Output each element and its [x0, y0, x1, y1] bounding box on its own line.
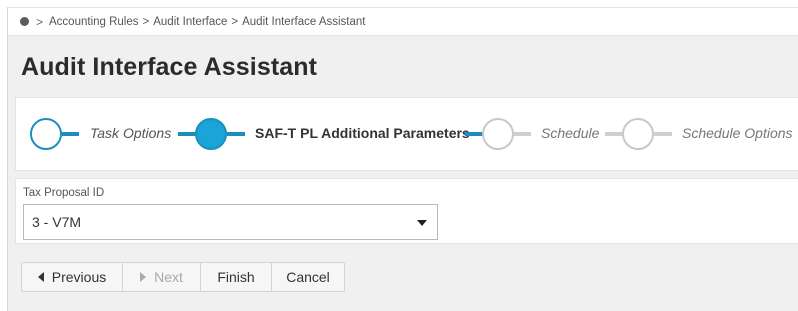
wizard-buttons: Previous Next Finish Cancel — [21, 262, 345, 292]
step-connector — [654, 132, 672, 136]
step-3-circle[interactable] — [482, 118, 514, 150]
tax-proposal-label: Tax Proposal ID — [23, 187, 105, 199]
breadcrumb-current: Audit Interface Assistant — [242, 15, 366, 28]
cancel-label: Cancel — [286, 269, 330, 285]
finish-label: Finish — [217, 269, 255, 285]
step-4-circle[interactable] — [622, 118, 654, 150]
next-button[interactable]: Next — [122, 262, 201, 292]
caret-right-icon — [140, 272, 147, 282]
breadcrumb: > Accounting Rules > Audit Interface > A… — [8, 8, 798, 36]
breadcrumb-item-accounting-rules[interactable]: Accounting Rules — [49, 16, 139, 28]
parameters-form: Tax Proposal ID 3 - V7M — [15, 178, 798, 244]
breadcrumb-separator: > — [142, 15, 150, 28]
breadcrumb-separator: > — [231, 15, 239, 28]
step-2-label[interactable]: SAF-T PL Additional Parameters — [255, 125, 470, 141]
wizard-stepper: Task Options SAF-T PL Additional Paramet… — [15, 97, 798, 171]
cancel-button[interactable]: Cancel — [271, 262, 345, 292]
page-title: Audit Interface Assistant — [21, 53, 318, 81]
next-label: Next — [154, 269, 183, 285]
step-connector — [62, 132, 79, 136]
step-connector — [465, 132, 483, 136]
breadcrumb-item-audit-interface[interactable]: Audit Interface — [153, 16, 227, 28]
caret-down-icon — [417, 220, 427, 226]
tax-proposal-select[interactable]: 3 - V7M — [23, 204, 438, 240]
finish-button[interactable]: Finish — [200, 262, 272, 292]
step-1-label[interactable]: Task Options — [90, 125, 171, 141]
previous-label: Previous — [51, 269, 107, 285]
step-connector — [227, 132, 245, 136]
caret-left-icon — [37, 272, 44, 282]
step-1-circle[interactable] — [30, 118, 62, 150]
step-connector — [514, 132, 531, 136]
step-4-label[interactable]: Schedule Options — [682, 125, 793, 141]
app-frame: > Accounting Rules > Audit Interface > A… — [7, 7, 798, 311]
chevron-right-icon: > — [36, 14, 44, 29]
tax-proposal-value: 3 - V7M — [32, 214, 82, 230]
step-2-circle[interactable] — [195, 118, 227, 150]
home-icon[interactable] — [20, 17, 29, 26]
step-3-label[interactable]: Schedule — [541, 125, 599, 141]
previous-button[interactable]: Previous — [21, 262, 123, 292]
